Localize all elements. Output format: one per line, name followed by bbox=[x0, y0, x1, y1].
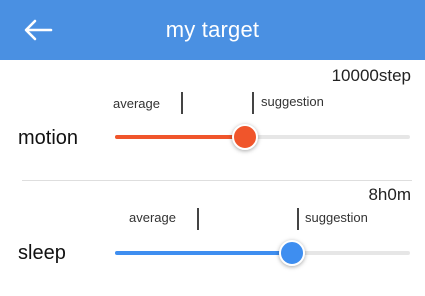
sleep-label: sleep bbox=[18, 242, 66, 264]
motion-suggestion-label: suggestion bbox=[261, 94, 324, 109]
my-target-screen: my target 10000step average suggestion m… bbox=[0, 0, 425, 296]
sleep-slider-thumb[interactable] bbox=[279, 240, 305, 266]
motion-label: motion bbox=[18, 127, 79, 149]
motion-slider-thumb[interactable] bbox=[231, 124, 258, 150]
sleep-average-label: average bbox=[129, 210, 176, 225]
page-title: my target bbox=[165, 17, 260, 42]
sleep-average-marker bbox=[197, 208, 199, 230]
motion-slider-fill bbox=[115, 135, 245, 139]
sleep-slider-fill bbox=[115, 251, 292, 255]
sleep-suggestion-marker bbox=[297, 208, 299, 230]
motion-slider[interactable] bbox=[115, 124, 410, 150]
motion-average-label: average bbox=[113, 96, 160, 111]
sleep-slider[interactable] bbox=[115, 240, 410, 266]
sleep-suggestion-label: suggestion bbox=[305, 210, 368, 225]
motion-section: 10000step average suggestion motion bbox=[0, 60, 425, 180]
sleep-target-value: 8h0m bbox=[368, 185, 411, 204]
motion-suggestion-marker bbox=[252, 92, 254, 114]
motion-average-marker bbox=[181, 92, 183, 114]
header-bar: my target bbox=[0, 0, 425, 60]
motion-target-value: 10000step bbox=[331, 66, 411, 85]
sleep-section: 8h0m average suggestion sleep bbox=[0, 181, 425, 296]
